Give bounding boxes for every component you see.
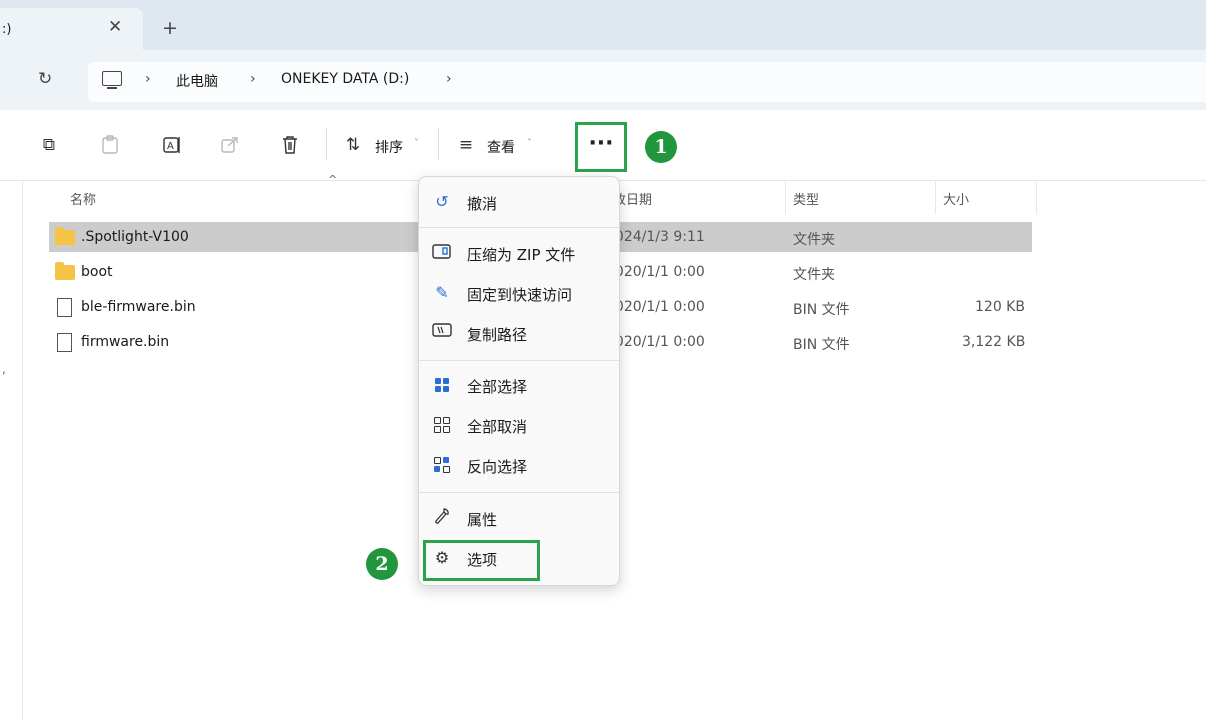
sort-icon[interactable]: ⇅ xyxy=(344,135,362,155)
copy-path-icon xyxy=(431,322,453,344)
pin-icon: ✎ xyxy=(435,283,449,302)
breadcrumb-this-pc[interactable]: 此电脑 xyxy=(176,71,218,91)
breadcrumb-chevron-icon[interactable]: › xyxy=(145,71,151,87)
wrench-icon xyxy=(431,507,453,529)
refresh-icon[interactable]: ↻ xyxy=(38,69,52,89)
menu-item-select-all[interactable]: 全部选择 xyxy=(419,366,619,404)
zip-icon xyxy=(431,242,453,264)
file-name: boot xyxy=(81,264,113,280)
delete-icon[interactable] xyxy=(281,135,299,155)
select-all-icon xyxy=(431,374,453,396)
column-header-type[interactable]: 类型 xyxy=(793,189,819,208)
view-chevron-down-icon[interactable]: ˅ xyxy=(527,138,532,149)
file-modified: 2020/1/1 0:00 xyxy=(606,334,705,350)
file-type: BIN 文件 xyxy=(793,337,850,353)
menu-item-compress-zip[interactable]: 压缩为 ZIP 文件 xyxy=(419,234,619,272)
computer-icon[interactable] xyxy=(102,71,122,89)
tab-strip xyxy=(0,0,1206,50)
new-tab-button[interactable]: + xyxy=(162,17,178,39)
breadcrumb-chevron-icon[interactable]: › xyxy=(446,71,452,87)
address-bar[interactable] xyxy=(88,62,1206,102)
more-options-menu: ↺ 撤消 压缩为 ZIP 文件 ✎ 固定到快速访问 复制路径 全部选择 全部取消 xyxy=(418,176,620,586)
file-name: ble-firmware.bin xyxy=(81,299,196,315)
menu-divider xyxy=(419,360,619,361)
invert-selection-icon xyxy=(431,454,453,476)
view-button[interactable]: 查看 xyxy=(487,137,515,157)
paste-icon[interactable] xyxy=(101,135,119,155)
menu-divider xyxy=(419,492,619,493)
menu-item-properties[interactable]: 属性 xyxy=(419,499,619,537)
column-divider[interactable] xyxy=(935,180,936,214)
column-header-name[interactable]: 名称 xyxy=(70,189,96,208)
file-modified: 2020/1/1 0:00 xyxy=(606,299,705,315)
toolbar-divider xyxy=(438,128,439,160)
file-size: 120 KB xyxy=(975,299,1025,315)
menu-item-undo[interactable]: ↺ 撤消 xyxy=(419,183,619,221)
more-options-button[interactable]: ··· xyxy=(575,122,627,172)
rename-icon[interactable]: A xyxy=(162,135,180,155)
breadcrumb-chevron-icon[interactable]: › xyxy=(250,71,256,87)
file-modified: 2024/1/3 9:11 xyxy=(606,229,705,245)
sort-chevron-down-icon[interactable]: ˅ xyxy=(414,138,419,149)
options-highlight-box xyxy=(423,540,540,581)
menu-item-copy-path[interactable]: 复制路径 xyxy=(419,314,619,352)
folder-icon xyxy=(55,262,75,280)
column-divider[interactable] xyxy=(1036,180,1037,214)
tab-title: :) xyxy=(2,22,12,37)
menu-item-invert-selection[interactable]: 反向选择 xyxy=(419,446,619,484)
menu-item-label: 全部选择 xyxy=(467,378,528,396)
copy-icon[interactable]: ⧉ xyxy=(40,135,58,155)
folder-icon xyxy=(55,227,75,245)
file-name: firmware.bin xyxy=(81,334,170,350)
file-type: BIN 文件 xyxy=(793,302,850,318)
tab-close-icon[interactable]: ✕ xyxy=(108,17,122,37)
menu-item-label: 压缩为 ZIP 文件 xyxy=(467,246,576,264)
menu-item-pin-quick-access[interactable]: ✎ 固定到快速访问 xyxy=(419,274,619,312)
menu-item-label: 全部取消 xyxy=(467,418,528,436)
menu-item-label: 撤消 xyxy=(467,195,498,213)
undo-icon: ↺ xyxy=(435,192,449,211)
file-modified: 2020/1/1 0:00 xyxy=(606,264,705,280)
column-divider[interactable] xyxy=(785,180,786,214)
sort-ascending-icon: ^ xyxy=(328,173,338,186)
toolbar-divider xyxy=(326,128,327,160)
menu-item-select-none[interactable]: 全部取消 xyxy=(419,406,619,444)
column-header-size[interactable]: 大小 xyxy=(943,189,969,208)
breadcrumb-drive[interactable]: ONEKEY DATA (D:) xyxy=(281,71,409,87)
menu-item-label: 属性 xyxy=(467,511,498,529)
menu-divider xyxy=(419,227,619,228)
file-type: 文件夹 xyxy=(793,267,835,283)
share-icon[interactable] xyxy=(221,135,239,155)
step-badge-1: 1 xyxy=(645,131,677,163)
svg-text:A: A xyxy=(167,141,174,152)
file-type: 文件夹 xyxy=(793,232,835,248)
select-none-icon xyxy=(431,414,453,436)
navigation-pane-edge[interactable] xyxy=(0,180,23,720)
file-name: .Spotlight-V100 xyxy=(81,229,189,245)
sort-button[interactable]: 排序 xyxy=(375,137,403,157)
step-badge-2: 2 xyxy=(366,548,398,580)
file-icon xyxy=(57,298,72,317)
nav-pane-fragment: , xyxy=(2,362,6,376)
file-icon xyxy=(57,333,72,352)
view-icon[interactable]: ≡ xyxy=(457,135,475,155)
menu-item-label: 复制路径 xyxy=(467,326,528,344)
menu-item-label: 固定到快速访问 xyxy=(467,286,573,304)
file-size: 3,122 KB xyxy=(962,334,1026,350)
menu-item-label: 反向选择 xyxy=(467,458,528,476)
